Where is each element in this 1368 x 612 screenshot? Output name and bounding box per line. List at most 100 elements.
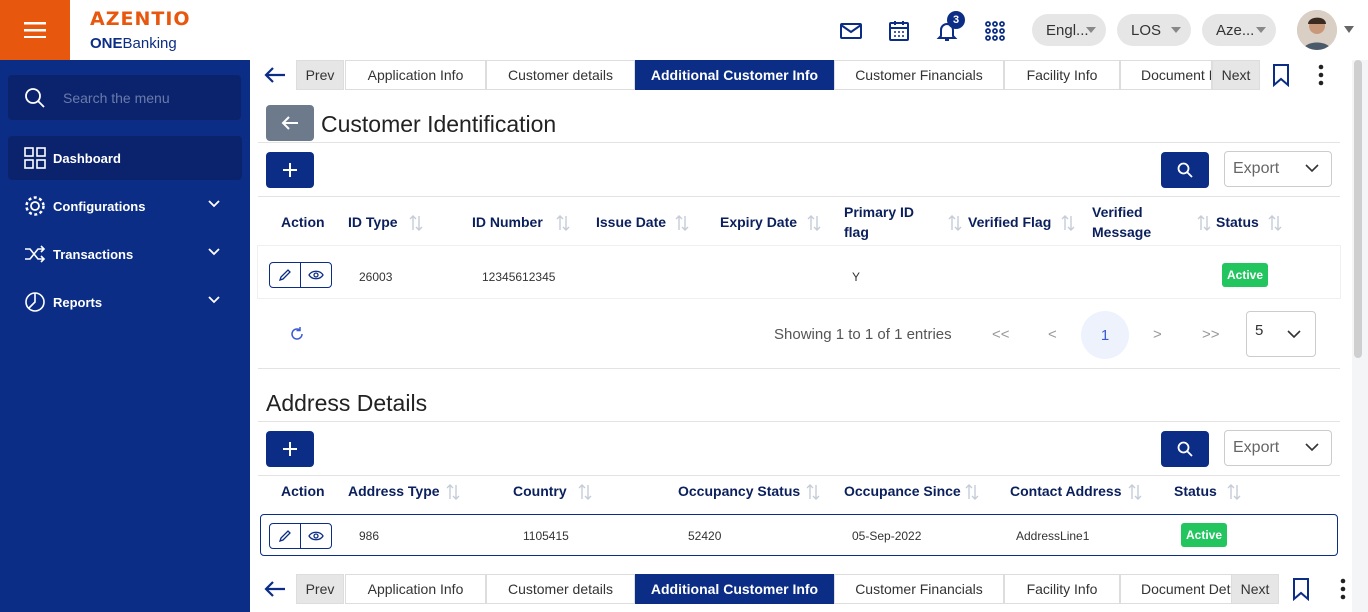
refresh-icon[interactable]: [290, 327, 304, 341]
tab-document-details[interactable]: Document Det: [1120, 60, 1212, 90]
divider: [258, 196, 1340, 197]
mail-icon[interactable]: [839, 19, 863, 43]
cell-primary-flag: Y: [852, 270, 861, 284]
chevron-down-icon: [208, 296, 220, 304]
sort-icon[interactable]: [806, 214, 822, 232]
col-contact-address[interactable]: Contact Address: [1010, 481, 1122, 501]
caret-down-icon[interactable]: [1344, 26, 1354, 34]
page-size-select[interactable]: 5: [1246, 311, 1316, 357]
sidebar-item-configurations[interactable]: Configurations: [8, 184, 242, 228]
tab-customer-details[interactable]: Customer details: [486, 574, 635, 604]
sidebar-item-dashboard[interactable]: Dashboard: [8, 136, 242, 180]
tab-facility-info[interactable]: Facility Info: [1004, 60, 1120, 90]
col-id-type[interactable]: ID Type: [348, 212, 398, 232]
export-select[interactable]: Export: [1224, 430, 1332, 466]
sort-icon[interactable]: [577, 483, 593, 501]
sort-icon[interactable]: [947, 214, 963, 232]
bookmark-icon[interactable]: [1292, 577, 1310, 601]
sort-icon[interactable]: [964, 483, 980, 501]
tab-additional-customer-info[interactable]: Additional Customer Info: [635, 60, 834, 90]
sidebar-item-transactions[interactable]: Transactions: [8, 232, 242, 276]
prev-page-button[interactable]: <: [1048, 326, 1057, 343]
tab-customer-details[interactable]: Customer details: [486, 60, 635, 90]
col-issue-date[interactable]: Issue Date: [596, 212, 666, 232]
search-button[interactable]: [1161, 152, 1209, 188]
col-id-number[interactable]: ID Number: [472, 212, 543, 232]
col-occupancy-status[interactable]: Occupancy Status: [678, 481, 800, 501]
tab-document-details[interactable]: Document Det: [1120, 574, 1232, 604]
next-page-button[interactable]: >: [1153, 326, 1162, 343]
sort-icon[interactable]: [408, 214, 424, 232]
more-vertical-icon[interactable]: [1340, 577, 1346, 601]
export-select[interactable]: Export: [1224, 151, 1332, 187]
next-button[interactable]: Next: [1231, 574, 1279, 604]
edit-button[interactable]: [270, 524, 301, 548]
entity-select[interactable]: Aze...: [1202, 14, 1276, 46]
section-back-button[interactable]: [266, 105, 314, 141]
add-identification-button[interactable]: [266, 152, 314, 188]
col-address-type[interactable]: Address Type: [348, 481, 440, 501]
menu-search-input[interactable]: Search the menu: [8, 75, 241, 120]
col-country[interactable]: Country: [513, 481, 567, 501]
edit-button[interactable]: [270, 263, 301, 287]
col-verified-flag[interactable]: Verified Flag: [968, 212, 1051, 232]
back-arrow-icon[interactable]: [263, 579, 287, 599]
sort-icon[interactable]: [674, 214, 690, 232]
module-select[interactable]: LOS: [1117, 14, 1191, 46]
hamburger-menu-button[interactable]: [0, 0, 70, 60]
col-status[interactable]: Status: [1216, 212, 1259, 232]
calendar-icon[interactable]: [887, 19, 911, 43]
col-primary-id-flag[interactable]: Primary ID flag: [844, 202, 934, 242]
tab-customer-financials[interactable]: Customer Financials: [834, 60, 1004, 90]
tab-additional-customer-info[interactable]: Additional Customer Info: [635, 574, 834, 604]
chevron-down-icon: [208, 248, 220, 256]
tab-application-info[interactable]: Application Info: [345, 60, 486, 90]
col-verified-message[interactable]: Verified Message: [1092, 202, 1182, 242]
sort-icon[interactable]: [805, 483, 821, 501]
stepper-tabs-top: Prev Application Info Customer details A…: [250, 53, 1352, 97]
search-button[interactable]: [1161, 431, 1209, 467]
col-status[interactable]: Status: [1174, 481, 1217, 501]
sort-icon[interactable]: [1267, 214, 1283, 232]
view-button[interactable]: [301, 524, 331, 548]
add-address-button[interactable]: [266, 431, 314, 467]
top-bar: AZENTIO ONEBanking 3 Engl... LOS Aze...: [0, 0, 1368, 60]
col-expiry-date[interactable]: Expiry Date: [720, 212, 797, 232]
sidebar-item-reports[interactable]: Reports: [8, 280, 242, 324]
avatar[interactable]: [1297, 10, 1337, 50]
apps-grid-icon[interactable]: [983, 19, 1007, 43]
more-vertical-icon[interactable]: [1318, 63, 1324, 87]
notification-badge: 3: [947, 11, 965, 29]
chevron-down-icon: [1256, 27, 1266, 33]
sort-icon[interactable]: [1060, 214, 1076, 232]
gear-icon: [25, 196, 45, 216]
back-arrow-icon: [281, 116, 298, 130]
pencil-icon: [278, 269, 291, 282]
cell-contact-address: AddressLine1: [1016, 529, 1090, 543]
language-select[interactable]: Engl...: [1032, 14, 1106, 46]
vertical-scrollbar[interactable]: [1354, 60, 1362, 358]
table-row[interactable]: 986 1105415 52420 05-Sep-2022 AddressLin…: [260, 514, 1338, 556]
divider: [258, 142, 1340, 143]
col-occupance-since[interactable]: Occupance Since: [844, 481, 961, 501]
next-button[interactable]: Next: [1212, 60, 1260, 90]
sort-icon[interactable]: [445, 483, 461, 501]
tab-facility-info[interactable]: Facility Info: [1004, 574, 1120, 604]
tab-application-info[interactable]: Application Info: [345, 574, 486, 604]
view-button[interactable]: [301, 263, 331, 287]
sort-icon[interactable]: [1127, 483, 1143, 501]
last-page-button[interactable]: >>: [1202, 326, 1220, 343]
tab-customer-financials[interactable]: Customer Financials: [834, 574, 1004, 604]
page-number-button[interactable]: 1: [1081, 311, 1129, 359]
sort-icon[interactable]: [555, 214, 571, 232]
first-page-button[interactable]: <<: [992, 326, 1010, 343]
prev-button[interactable]: Prev: [296, 60, 344, 90]
bookmark-icon[interactable]: [1272, 63, 1290, 87]
back-arrow-icon[interactable]: [263, 65, 287, 85]
sort-icon[interactable]: [1196, 214, 1212, 232]
prev-button[interactable]: Prev: [296, 574, 344, 604]
eye-icon: [307, 531, 324, 541]
chevron-down-icon: [1305, 164, 1319, 173]
chevron-down-icon: [1305, 443, 1319, 452]
sort-icon[interactable]: [1226, 483, 1242, 501]
